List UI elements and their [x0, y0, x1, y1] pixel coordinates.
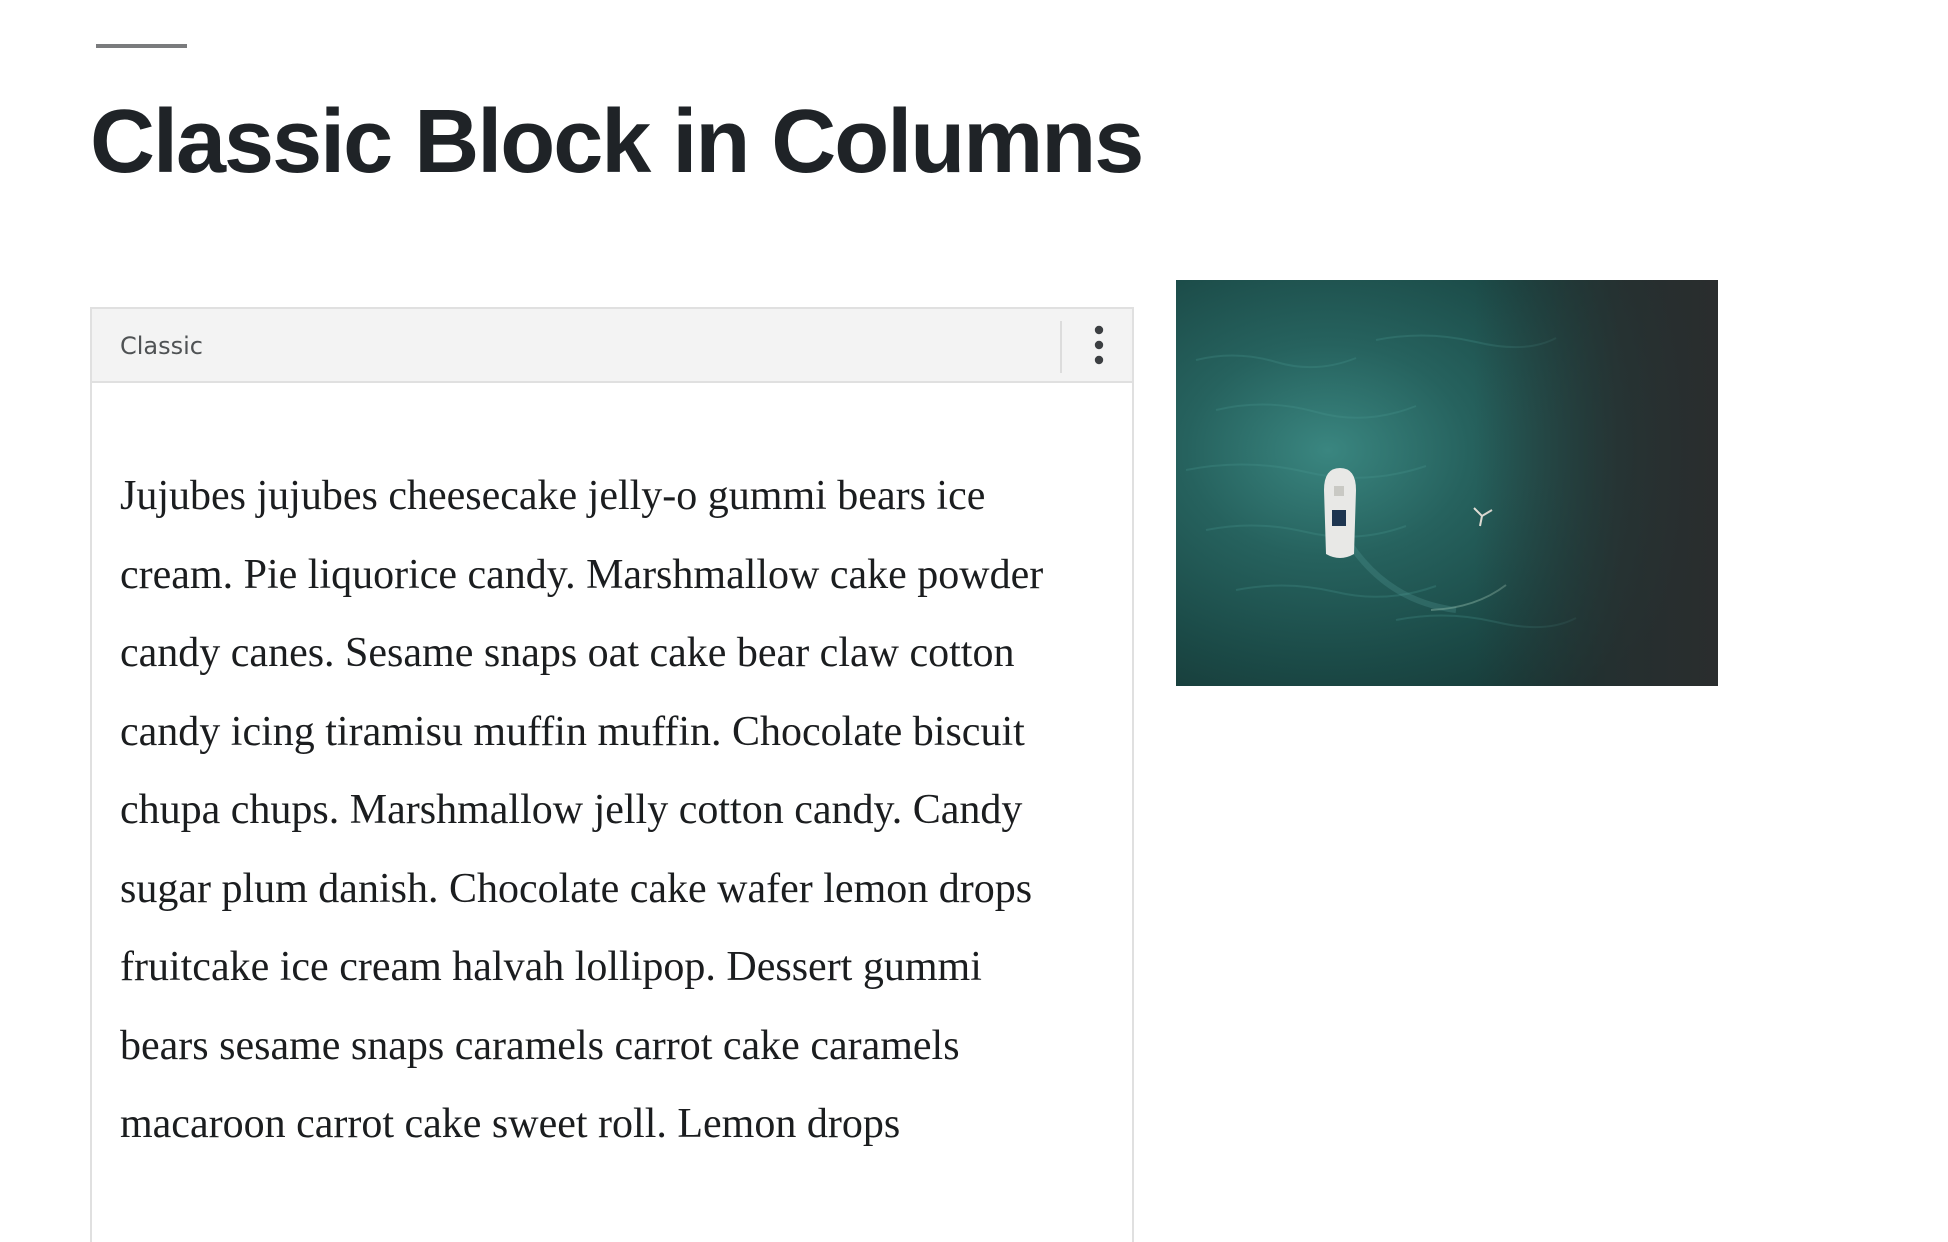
classic-block-content[interactable]: Jujubes jujubes cheesecake jelly-o gummi… [120, 457, 1050, 1164]
columns-block: Classic Jujubes jujubes cheesecake jelly… [90, 280, 1718, 1242]
classic-block[interactable]: Classic Jujubes jujubes cheesecake jelly… [90, 307, 1134, 1242]
vertical-ellipsis-icon [1094, 325, 1104, 365]
boat-aerial-image [1176, 280, 1718, 686]
separator-line [96, 44, 187, 48]
classic-block-toolbar: Classic [92, 309, 1132, 383]
more-options-button[interactable] [1064, 309, 1134, 381]
image-block[interactable] [1176, 280, 1718, 686]
page-title: Classic Block in Columns [90, 92, 1144, 192]
classic-block-label: Classic [120, 332, 204, 360]
toolbar-divider [1060, 321, 1062, 373]
